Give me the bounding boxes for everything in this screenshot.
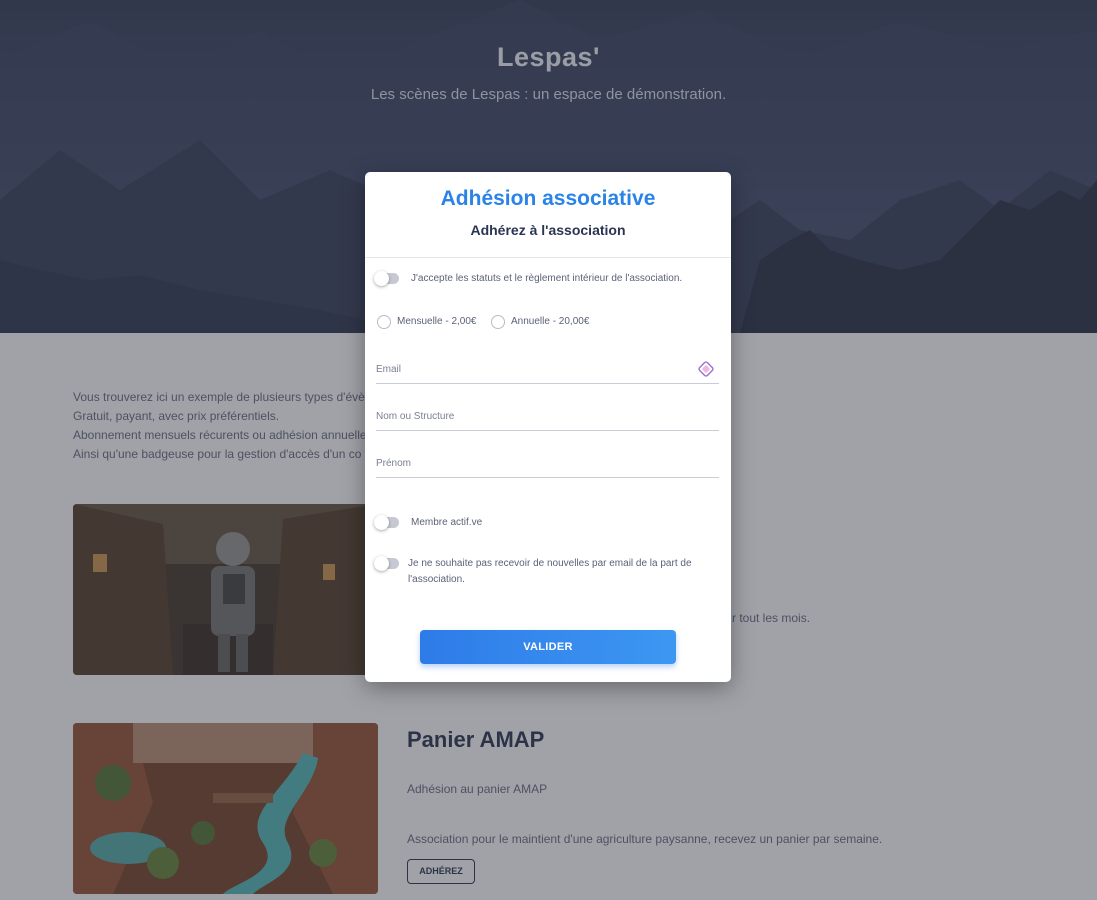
radio-mensuelle-label: Mensuelle - 2,00€ [397, 316, 477, 327]
membre-actif-toggle[interactable] [374, 515, 399, 530]
radio-mensuelle[interactable] [377, 315, 391, 329]
email-field-wrapper [376, 356, 719, 384]
modal-title: Adhésion associative [440, 187, 656, 210]
no-newsletter-label: Je ne souhaite pas recevoir de nouvelles… [408, 558, 692, 585]
accept-statuts-toggle[interactable] [374, 271, 399, 286]
email-field[interactable] [376, 356, 686, 382]
membership-modal: Adhésion associative Adhérez à l'associa… [365, 172, 731, 682]
nom-structure-field[interactable] [376, 403, 686, 429]
radio-annuelle[interactable] [491, 315, 505, 329]
radio-annuelle-label: Annuelle - 20,00€ [511, 316, 590, 327]
valider-button[interactable]: VALIDER [420, 630, 676, 664]
no-newsletter-toggle[interactable] [374, 556, 399, 571]
prenom-field[interactable] [376, 450, 686, 476]
prenom-field-wrapper [376, 450, 719, 478]
nom-field-wrapper [376, 403, 719, 431]
modal-divider [365, 257, 731, 258]
modal-subtitle: Adhérez à l'association [470, 222, 626, 238]
membre-actif-label: Membre actif.ve [411, 517, 483, 528]
password-manager-icon[interactable] [697, 360, 715, 378]
accept-statuts-label: J'accepte les statuts et le règlement in… [411, 273, 683, 284]
